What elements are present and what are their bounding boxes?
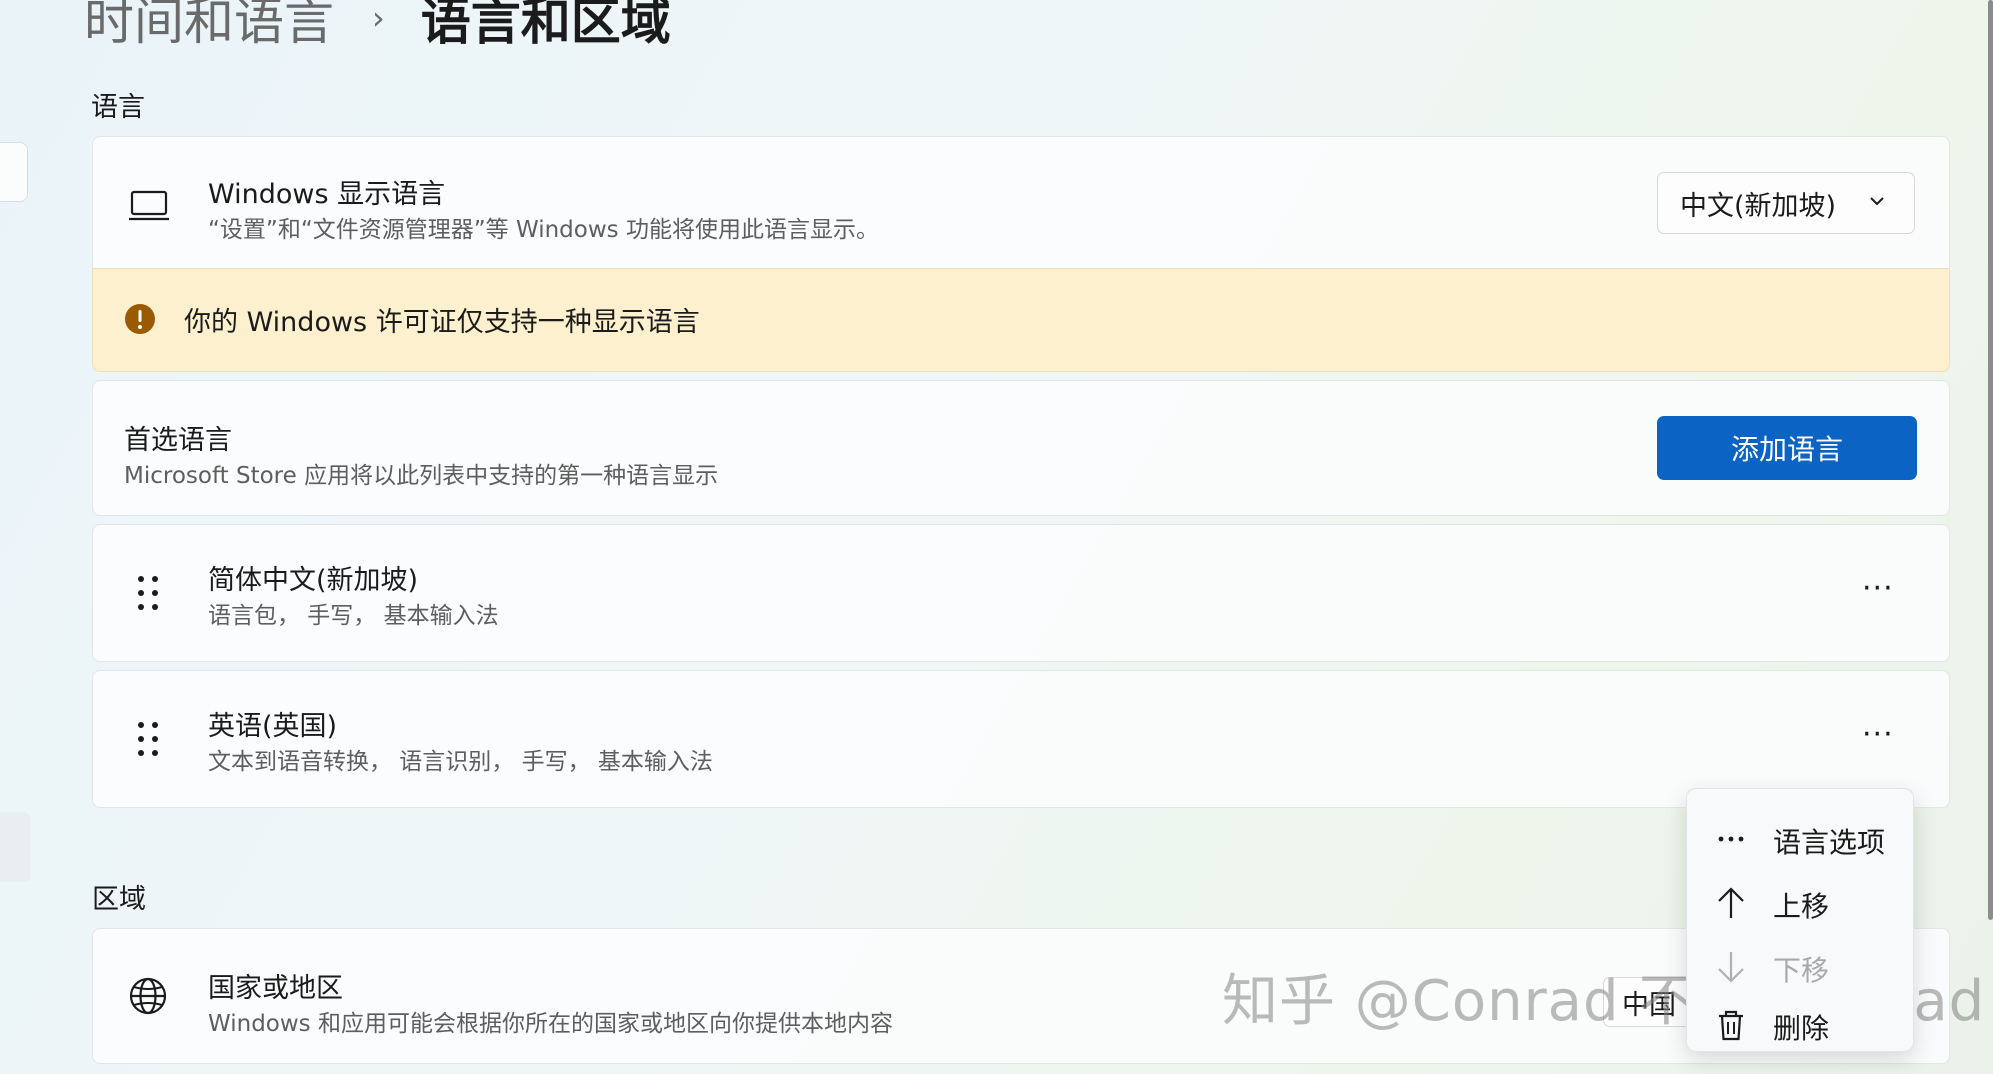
drag-handle-icon[interactable] bbox=[136, 720, 160, 758]
country-region-title: 国家或地区 bbox=[208, 973, 343, 1004]
globe-icon bbox=[129, 977, 167, 1015]
laptop-icon bbox=[129, 190, 169, 221]
nav-back-stub[interactable] bbox=[0, 142, 28, 202]
language-item-name: 简体中文(新加坡) bbox=[208, 565, 419, 596]
chevron-down-icon bbox=[1870, 197, 1884, 206]
nav-pane-stub bbox=[0, 812, 30, 882]
menu-item-label: 删除 bbox=[1773, 1012, 1830, 1045]
menu-item-label: 上移 bbox=[1773, 890, 1830, 923]
more-options-icon[interactable]: ··· bbox=[1862, 720, 1894, 750]
display-language-selected: 中文(新加坡) bbox=[1680, 190, 1837, 222]
arrow-down-icon bbox=[1718, 952, 1744, 983]
drag-handle-icon[interactable] bbox=[136, 574, 160, 612]
language-item-name: 英语(英国) bbox=[208, 711, 338, 742]
display-language-dropdown[interactable]: 中文(新加坡) bbox=[1657, 172, 1915, 234]
more-icon bbox=[1718, 836, 1744, 842]
display-language-subtitle: “设置”和“文件资源管理器”等 Windows 功能将使用此语言显示。 bbox=[208, 217, 879, 243]
menu-item-label: 下移 bbox=[1773, 954, 1830, 987]
preferred-languages-subtitle: Microsoft Store 应用将以此列表中支持的第一种语言显示 bbox=[124, 463, 719, 489]
warning-icon bbox=[125, 304, 155, 334]
section-label-region: 区域 bbox=[92, 884, 146, 915]
country-region-subtitle: Windows 和应用可能会根据你所在的国家或地区向你提供本地内容 bbox=[208, 1011, 893, 1037]
section-label-language: 语言 bbox=[91, 92, 145, 123]
preferred-languages-title: 首选语言 bbox=[124, 425, 232, 456]
menu-item-move-down: 下移 bbox=[1687, 939, 1913, 995]
language-item-features: 语言包， 手写， 基本输入法 bbox=[208, 603, 499, 629]
license-warning-text: 你的 Windows 许可证仅支持一种显示语言 bbox=[184, 307, 700, 338]
trash-icon bbox=[1719, 1010, 1743, 1041]
arrow-up-icon bbox=[1718, 887, 1744, 918]
breadcrumb: 时间和语言 › 语言和区域 bbox=[84, 0, 671, 54]
breadcrumb-separator-icon: › bbox=[372, 0, 385, 37]
menu-item-language-options[interactable]: 语言选项 bbox=[1687, 811, 1913, 867]
menu-item-label: 语言选项 bbox=[1773, 826, 1886, 859]
breadcrumb-parent[interactable]: 时间和语言 bbox=[84, 0, 334, 54]
language-context-menu: 语言选项 上移 下移 删除 bbox=[1686, 788, 1914, 1052]
vertical-scrollbar[interactable] bbox=[1988, 0, 1993, 920]
menu-item-delete[interactable]: 删除 bbox=[1687, 997, 1913, 1053]
display-language-title: Windows 显示语言 bbox=[208, 179, 446, 210]
language-item-en-gb[interactable] bbox=[92, 670, 1950, 808]
add-language-button[interactable]: 添加语言 bbox=[1657, 416, 1917, 480]
language-item-features: 文本到语音转换， 语言识别， 手写， 基本输入法 bbox=[208, 749, 713, 775]
more-options-icon[interactable]: ··· bbox=[1862, 574, 1894, 604]
page-title: 语言和区域 bbox=[420, 0, 671, 51]
menu-item-move-up[interactable]: 上移 bbox=[1687, 875, 1913, 931]
